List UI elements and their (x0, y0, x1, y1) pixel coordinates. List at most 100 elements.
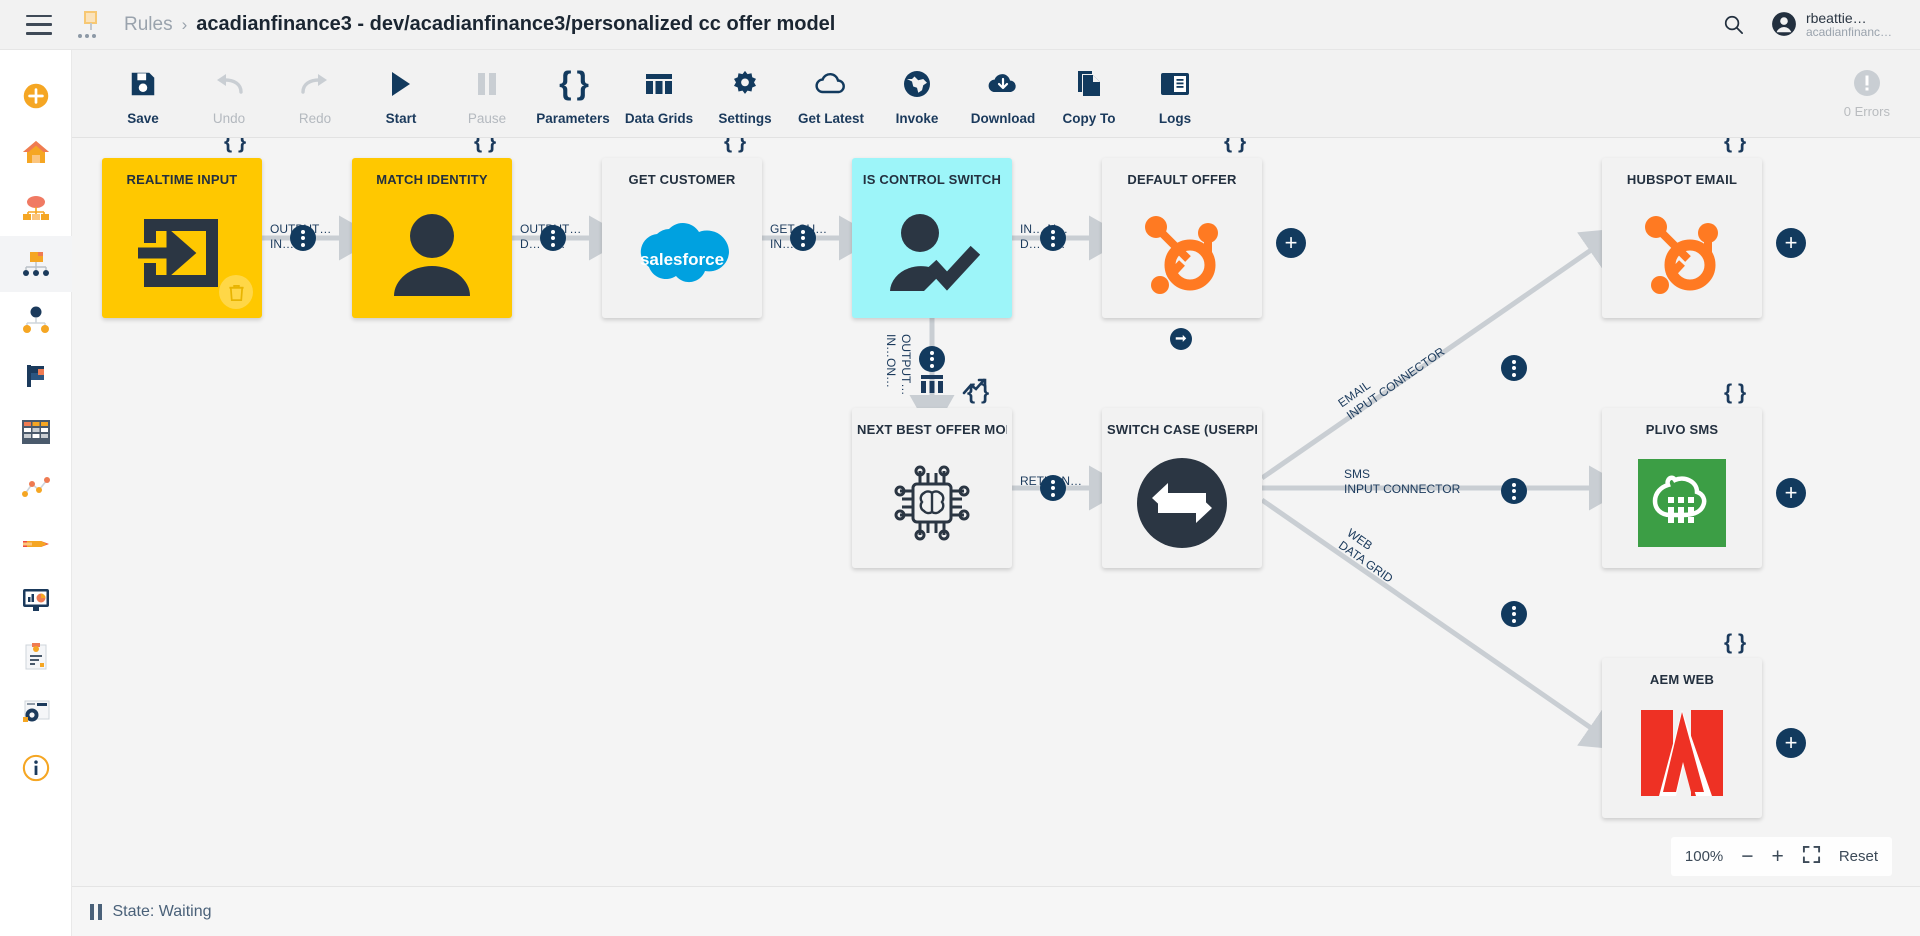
undo-arrow-icon (217, 73, 243, 94)
node-title: MATCH IDENTITY (376, 172, 488, 187)
hubspot-icon (1102, 187, 1262, 318)
pause-label: Pause (467, 110, 507, 126)
node-brace[interactable]: { } (474, 138, 496, 154)
node-brace[interactable]: { } (1724, 631, 1746, 655)
node-brace[interactable]: { } (1224, 138, 1246, 154)
connector-menu-c3[interactable] (790, 225, 816, 251)
add-after-plivo-sms-button[interactable]: + (1776, 478, 1806, 508)
cloud-download-icon (988, 73, 1016, 92)
logs-button[interactable]: Logs (1132, 55, 1218, 133)
fit-screen-icon[interactable] (1802, 845, 1821, 868)
node-brace[interactable]: { } (224, 138, 246, 154)
node-get-customer[interactable]: GET CUSTOMER salesforce (602, 158, 762, 318)
grid-columns-icon (646, 73, 672, 94)
workflow-canvas[interactable]: { } REALTIME INPUT { } MATCH IDENTITY { … (72, 138, 1920, 936)
monitor-chart-icon (22, 589, 49, 611)
trend-line-icon[interactable] (962, 378, 988, 401)
connector-line-1: OUTPUT… (899, 334, 913, 396)
switch-arrows-icon (1102, 437, 1262, 568)
sidebar-item-add[interactable] (0, 68, 72, 124)
errors-indicator[interactable]: 0 Errors (1844, 68, 1890, 119)
add-after-aem-web-button[interactable]: + (1776, 728, 1806, 758)
search-icon[interactable] (1722, 13, 1745, 36)
account-avatar-icon (1772, 12, 1796, 37)
undo-button[interactable]: Undo (186, 55, 272, 133)
parameters-button[interactable]: { } Parameters (530, 55, 616, 133)
node-next-best-offer-model[interactable]: NEXT BEST OFFER MOD… (852, 408, 1012, 568)
main-toolbar: Save Undo Redo Start Pause { } Parameter… (72, 50, 1920, 138)
connector-menu-c5[interactable] (919, 346, 945, 372)
redo-button[interactable]: Redo (272, 55, 358, 133)
node-aem-web[interactable]: AEM WEB (1602, 658, 1762, 818)
download-button[interactable]: Download (960, 55, 1046, 133)
node-hubspot-email[interactable]: HUBSPOT EMAIL (1602, 158, 1762, 318)
sidebar-item-settings[interactable] (0, 684, 72, 740)
node-title: PLIVO SMS (1645, 422, 1719, 437)
pause-button[interactable]: Pause (444, 55, 530, 133)
reset-button[interactable]: Reset (1839, 848, 1878, 865)
pause-icon[interactable] (90, 903, 102, 920)
node-plivo-sms[interactable]: PLIVO SMS (1602, 408, 1762, 568)
cloud-icon (815, 72, 845, 93)
copy-to-button[interactable]: Copy To (1046, 55, 1132, 133)
connector-menu-c9[interactable] (1501, 601, 1527, 627)
hamburger-icon[interactable] (26, 14, 52, 35)
settings-label: Settings (718, 110, 772, 126)
sidebar-item-cloud-deployments[interactable] (0, 180, 72, 236)
sidebar-item-reports[interactable] (0, 628, 72, 684)
sidebar-item-rules[interactable] (0, 236, 72, 292)
breadcrumb-root[interactable]: Rules (124, 14, 173, 36)
zoom-controls: 100% − + Reset (1670, 837, 1892, 876)
cloud-network-icon (22, 196, 49, 220)
start-button[interactable]: Start (358, 55, 444, 133)
node-default-offer[interactable]: DEFAULT OFFER (1102, 158, 1262, 318)
sidebar-item-projects[interactable] (0, 348, 72, 404)
zoom-out-button[interactable]: − (1741, 846, 1753, 867)
node-is-control-switch[interactable]: IS CONTROL SWITCH (852, 158, 1012, 318)
connector-menu-c1[interactable] (290, 225, 316, 251)
sidebar-item-streams[interactable] (0, 516, 72, 572)
connector-label-c5: OUTPUT… IN…ON… (883, 334, 913, 395)
node-title: HUBSPOT EMAIL (1626, 172, 1738, 187)
node-brace[interactable]: { } (724, 138, 746, 154)
data-grid-icon[interactable] (920, 373, 944, 400)
top-bar: Rules › acadianfinance3 - dev/acadianfin… (0, 0, 1920, 50)
user-menu[interactable]: rbeattie… acadianfinanc… (1771, 10, 1892, 40)
sidebar-item-about[interactable] (0, 740, 72, 796)
save-label: Save (127, 110, 159, 126)
invoke-button[interactable]: Invoke (874, 55, 960, 133)
zoom-in-button[interactable]: + (1772, 846, 1784, 867)
save-button[interactable]: Save (100, 55, 186, 133)
node-title: IS CONTROL SWITCH (862, 172, 1002, 187)
switch-badge-icon[interactable] (1170, 328, 1192, 350)
sidebar-item-dashboards[interactable] (0, 572, 72, 628)
delete-node-button[interactable] (219, 275, 253, 309)
sidebar-item-home[interactable] (0, 124, 72, 180)
get-latest-button[interactable]: Get Latest (788, 55, 874, 133)
connector-menu-c4[interactable] (1040, 225, 1066, 251)
sidebar-item-identity[interactable] (0, 292, 72, 348)
node-brace[interactable]: { } (1724, 381, 1746, 405)
connector-menu-c8[interactable] (1501, 478, 1527, 504)
person-icon (352, 187, 512, 318)
add-after-default-offer-button[interactable]: + (1276, 228, 1306, 258)
connector-menu-c6[interactable] (1040, 475, 1066, 501)
connector-menu-c2[interactable] (540, 225, 566, 251)
node-switch-case[interactable]: SWITCH CASE (USERPR… (1102, 408, 1262, 568)
download-label: Download (970, 110, 1036, 126)
add-after-hubspot-email-button[interactable]: + (1776, 228, 1806, 258)
node-match-identity[interactable]: MATCH IDENTITY (352, 158, 512, 318)
identity-graph-icon (22, 306, 49, 333)
settings-button[interactable]: Settings (702, 55, 788, 133)
get-latest-label: Get Latest (797, 110, 865, 126)
sidebar-item-data-grids[interactable] (0, 404, 72, 460)
sidebar-item-analytics[interactable] (0, 460, 72, 516)
invoke-label: Invoke (895, 110, 939, 126)
settings-window-icon (22, 700, 49, 722)
grid-table-icon (21, 420, 50, 444)
connector-menu-c7[interactable] (1501, 355, 1527, 381)
data-grids-button[interactable]: Data Grids (616, 55, 702, 133)
node-realtime-input[interactable]: REALTIME INPUT (102, 158, 262, 318)
info-circle-icon (22, 754, 49, 782)
node-brace[interactable]: { } (1724, 138, 1746, 154)
